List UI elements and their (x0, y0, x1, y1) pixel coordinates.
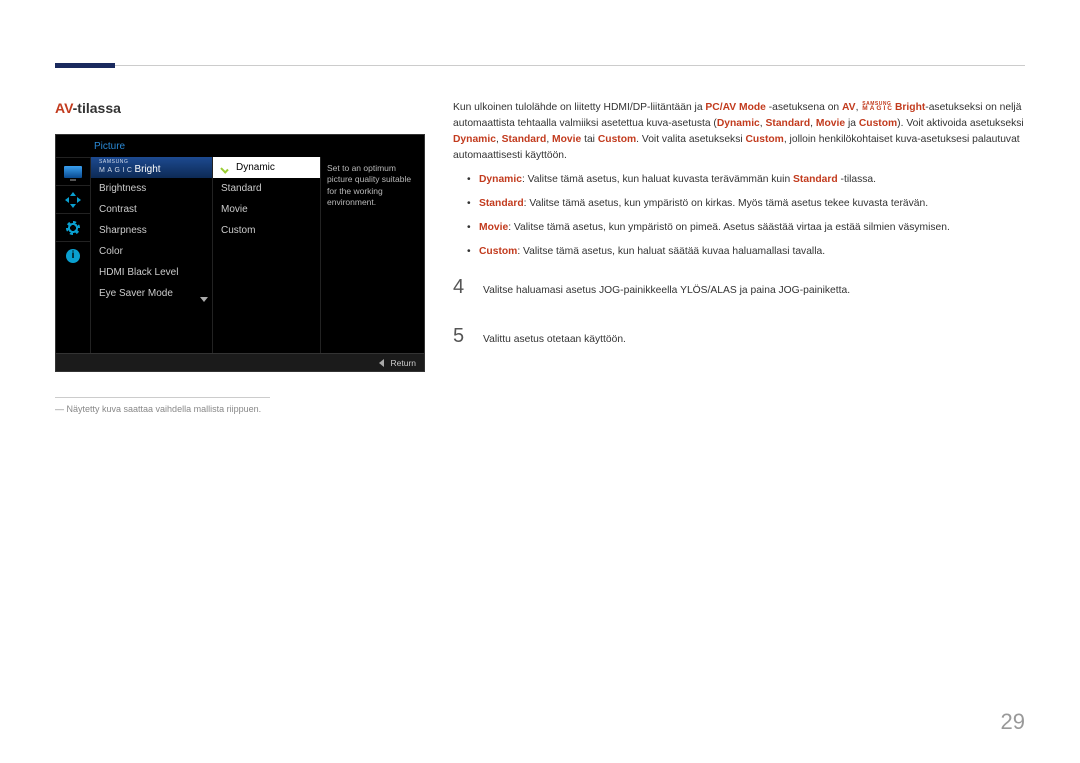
bullet-dynamic: Dynamic: Valitse tämä asetus, kun haluat… (467, 172, 1025, 188)
info-icon: i (56, 241, 90, 269)
step-number-5: 5 (453, 321, 471, 352)
osd-icon-column: i (56, 157, 90, 353)
osd-category-title: Picture (90, 141, 125, 152)
scroll-down-icon (200, 297, 208, 302)
header-rule (55, 65, 1025, 66)
resize-icon (56, 185, 90, 213)
check-icon (221, 163, 231, 173)
osd-item-sharpness[interactable]: Sharpness (91, 220, 212, 241)
samsung-magic-inline: SAMSUNGMAGIC (862, 103, 894, 112)
steps-list: 4 Valitse haluamasi asetus JOG-painikkee… (453, 272, 1025, 352)
osd-options-column: Dynamic Standard Movie Custom (212, 157, 320, 353)
osd-item-eye-saver-mode[interactable]: Eye Saver Mode (91, 283, 212, 304)
return-arrow-icon (379, 359, 384, 367)
osd-footer: Return (56, 353, 424, 371)
step-text-4: Valitse haluamasi asetus JOG-painikkeell… (483, 283, 850, 299)
left-column: AV-tilassa Picture i (55, 100, 425, 414)
bullet-list: Dynamic: Valitse tämä asetus, kun haluat… (467, 172, 1025, 260)
osd-description: Set to an optimum picture quality suitab… (320, 157, 424, 353)
step-5: 5 Valittu asetus otetaan käyttöön. (453, 321, 1025, 352)
page-content: AV-tilassa Picture i (55, 100, 1025, 414)
right-column: Kun ulkoinen tulolähde on liitetty HDMI/… (453, 100, 1025, 414)
osd-option-custom[interactable]: Custom (213, 220, 320, 241)
osd-option-movie[interactable]: Movie (213, 199, 320, 220)
section-title: AV-tilassa (55, 100, 425, 116)
title-suffix: -tilassa (73, 100, 121, 116)
disclaimer-rule (55, 397, 270, 398)
return-label[interactable]: Return (390, 358, 416, 368)
header-accent (55, 63, 115, 68)
osd-menu-column: SAMSUNG MAGICBright Brightness Contrast … (90, 157, 212, 353)
bullet-movie: Movie: Valitse tämä asetus, kun ympärist… (467, 220, 1025, 236)
settings-icon (56, 213, 90, 241)
osd-item-magicbright[interactable]: SAMSUNG MAGICBright (91, 157, 212, 178)
osd-header: Picture (56, 135, 424, 157)
osd-item-brightness[interactable]: Brightness (91, 178, 212, 199)
step-text-5: Valittu asetus otetaan käyttöön. (483, 332, 626, 348)
osd-body: i SAMSUNG MAGICBright Brightness Contras… (56, 157, 424, 353)
bullet-custom: Custom: Valitse tämä asetus, kun haluat … (467, 244, 1025, 260)
intro-paragraph: Kun ulkoinen tulolähde on liitetty HDMI/… (453, 100, 1025, 164)
osd-screenshot: Picture i SAMSUNG MAGICBright (55, 134, 425, 372)
disclaimer-text: ― Näytetty kuva saattaa vaihdella mallis… (55, 404, 425, 414)
magic-bright-label: SAMSUNG MAGICBright (99, 160, 161, 175)
osd-option-standard[interactable]: Standard (213, 178, 320, 199)
step-number-4: 4 (453, 272, 471, 303)
osd-item-contrast[interactable]: Contrast (91, 199, 212, 220)
step-4: 4 Valitse haluamasi asetus JOG-painikkee… (453, 272, 1025, 303)
title-av: AV (55, 100, 73, 116)
osd-option-dynamic[interactable]: Dynamic (213, 157, 320, 178)
page-number: 29 (1001, 709, 1025, 735)
osd-item-hdmi-black-level[interactable]: HDMI Black Level (91, 262, 212, 283)
picture-icon (56, 157, 90, 185)
bullet-standard: Standard: Valitse tämä asetus, kun ympär… (467, 196, 1025, 212)
osd-item-color[interactable]: Color (91, 241, 212, 262)
